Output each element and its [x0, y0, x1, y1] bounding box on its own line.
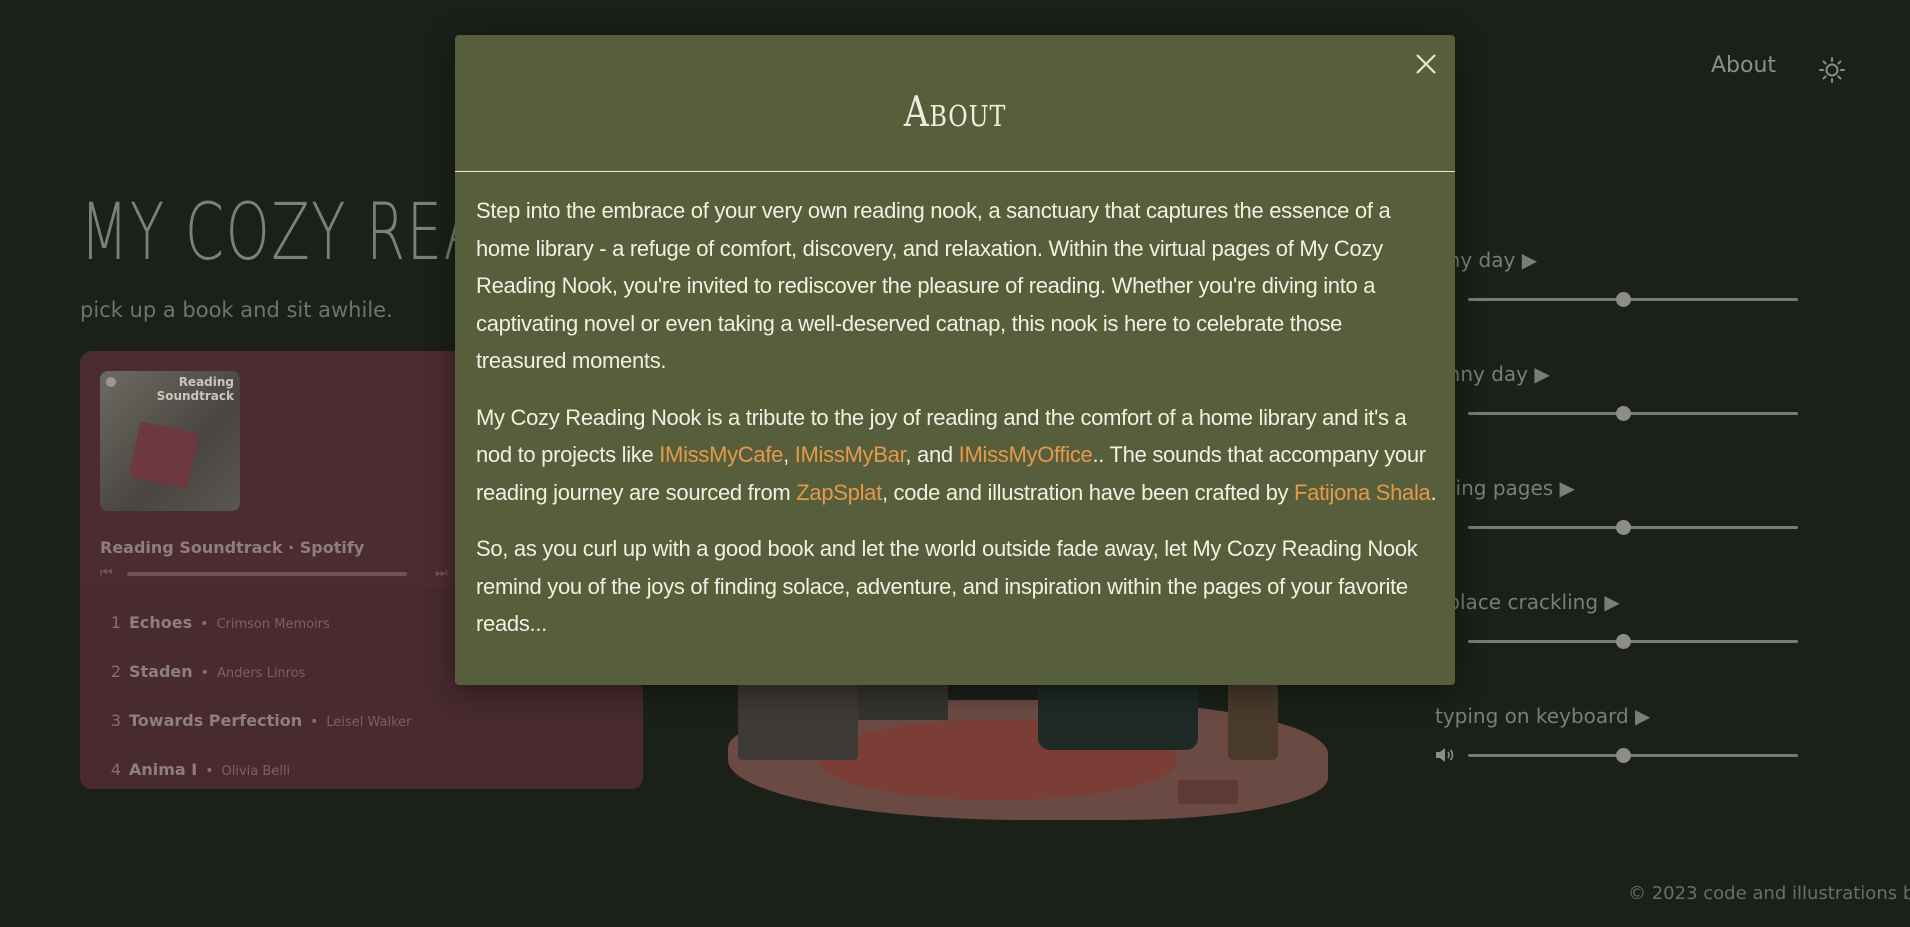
about-paragraph-3: So, as you curl up with a good book and … [476, 536, 1418, 636]
link-imissmycafe[interactable]: IMissMyCafe [659, 442, 783, 467]
about-paragraph-1: Step into the embrace of your very own r… [476, 198, 1391, 373]
link-imissmybar[interactable]: IMissMyBar [795, 442, 906, 467]
modal-title: About [903, 87, 1007, 136]
paragraph-text: , and [905, 442, 959, 467]
paragraph-text: , [783, 442, 795, 467]
modal-overlay[interactable]: About Step into the embrace of your very… [0, 0, 1910, 927]
link-imissmyoffice[interactable]: IMissMyOffice [959, 442, 1093, 467]
paragraph-text: , code and illustration have been crafte… [881, 479, 1295, 505]
modal-body: Step into the embrace of your very own r… [476, 192, 1438, 662]
modal-divider [455, 171, 1455, 172]
about-paragraph-2: My Cozy Reading Nook is a tribute to the… [476, 399, 1438, 512]
link-author[interactable]: Fatijona Shala [1294, 480, 1431, 505]
paragraph-text: . [1430, 479, 1437, 505]
close-icon[interactable] [1413, 51, 1439, 77]
link-zapsplat[interactable]: ZapSplat [796, 480, 882, 505]
about-modal: About Step into the embrace of your very… [455, 35, 1455, 685]
